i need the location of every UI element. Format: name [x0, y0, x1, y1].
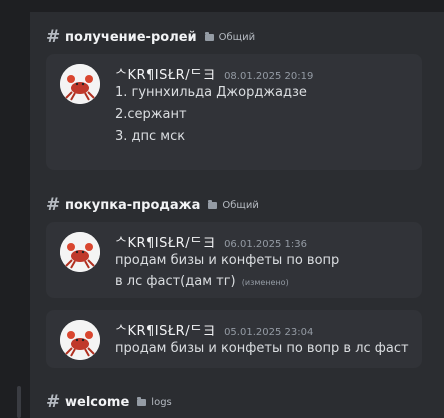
- message-line: 3. дпс мск: [115, 129, 186, 144]
- message-result[interactable]: ᄉKR¶ISŁR/ᄃヨ 05.01.2025 23:04 продам бизы…: [46, 310, 422, 368]
- folder-icon: [137, 396, 147, 406]
- timestamp: 05.01.2025 23:04: [224, 327, 314, 338]
- channel-name: покупка-продажа: [65, 197, 201, 213]
- channel-name: получение-ролей: [65, 29, 197, 45]
- avatar[interactable]: [60, 320, 100, 360]
- author-name[interactable]: ᄉKR¶ISŁR/ᄃヨ: [115, 232, 216, 251]
- timestamp: 08.01.2025 20:19: [224, 71, 314, 82]
- author-name[interactable]: ᄉKR¶ISŁR/ᄃヨ: [115, 320, 216, 339]
- edited-marker: (изменено): [241, 278, 289, 287]
- crab-avatar-image: [60, 232, 100, 272]
- category-name: Общий: [218, 31, 256, 43]
- left-rail: [0, 0, 30, 418]
- channel-header[interactable]: # получение-ролей Общий: [46, 26, 255, 48]
- top-bar: [0, 0, 444, 12]
- crab-avatar-image: [60, 64, 100, 104]
- avatar[interactable]: [60, 232, 100, 272]
- message-body: ᄉKR¶ISŁR/ᄃヨ 08.01.2025 20:19 1. гуннхиль…: [115, 64, 414, 148]
- message-body: ᄉKR¶ISŁR/ᄃヨ 06.01.2025 1:36 продам бизы …: [115, 232, 345, 293]
- folder-icon: [204, 31, 214, 41]
- message-line: 1. гуннхильда Джорджадзе: [115, 85, 307, 100]
- timestamp: 06.01.2025 1:36: [224, 239, 307, 250]
- scrollbar-thumb[interactable]: [17, 386, 21, 418]
- message-line: 2.сержант: [115, 107, 187, 122]
- channel-hash-icon: #: [46, 392, 61, 412]
- channel-hash-icon: #: [46, 195, 61, 215]
- channel-header[interactable]: # welcome logs: [46, 391, 172, 413]
- message-text: продам бизы и конфеты по вопр в лс фаст: [115, 341, 409, 356]
- message-body: ᄉKR¶ISŁR/ᄃヨ 05.01.2025 23:04 продам бизы…: [115, 320, 414, 360]
- channel-name: welcome: [65, 394, 130, 410]
- folder-icon: [208, 199, 218, 209]
- avatar[interactable]: [60, 64, 100, 104]
- author-name[interactable]: ᄉKR¶ISŁR/ᄃヨ: [115, 64, 216, 83]
- message-result[interactable]: ᄉKR¶ISŁR/ᄃヨ 08.01.2025 20:19 1. гуннхиль…: [46, 54, 422, 170]
- category-name: Общий: [222, 199, 259, 211]
- message-result[interactable]: ᄉKR¶ISŁR/ᄃヨ 06.01.2025 1:36 продам бизы …: [46, 222, 422, 298]
- channel-hash-icon: #: [46, 27, 61, 47]
- channel-header[interactable]: # покупка-продажа Общий: [46, 194, 259, 216]
- category-name: logs: [151, 396, 172, 408]
- crab-avatar-image: [60, 320, 100, 360]
- message-text-content: продам бизы и конфеты по вопр в лс фаст(…: [115, 253, 340, 289]
- message-text: продам бизы и конфеты по вопр в лс фаст(…: [115, 250, 345, 293]
